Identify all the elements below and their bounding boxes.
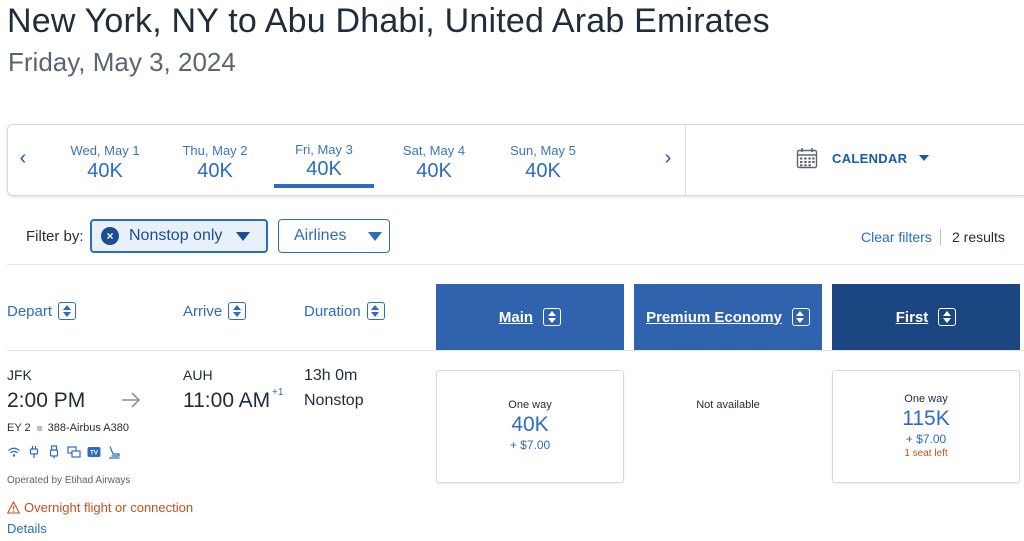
fare-taxes: + $7.00: [509, 438, 551, 452]
divider: [7, 264, 1024, 265]
chevron-down-icon: [236, 231, 251, 241]
seats-left: 1 seat left: [904, 448, 948, 459]
arrive-time: 11:00 AM: [183, 389, 271, 412]
aircraft-type: 388-Airbus A380: [47, 422, 129, 434]
date-option-thu-may-2[interactable]: Thu, May 2 40K: [165, 143, 265, 183]
sort-by-duration[interactable]: Duration: [304, 302, 385, 320]
fare-card-main[interactable]: One way 40K + $7.00: [436, 370, 624, 483]
fare-points: 40K: [511, 413, 549, 436]
cabin-first-label: First: [895, 308, 929, 326]
date-option-fri-may-3[interactable]: Fri, May 3 40K: [274, 142, 374, 181]
date-option-wed-may-1[interactable]: Wed, May 1 40K: [55, 143, 155, 183]
cabin-main-label: Main: [498, 308, 534, 326]
results-divider: [940, 229, 941, 245]
chevron-down-icon: [368, 231, 383, 241]
next-dates-button[interactable]: ›: [659, 147, 677, 170]
usb-icon: [49, 445, 59, 459]
remove-filter-icon[interactable]: ×: [101, 227, 119, 245]
nonstop-filter-label: Nonstop only: [129, 227, 223, 244]
filter-by-label: Filter by:: [26, 228, 84, 245]
travel-date: Friday, May 3, 2024: [8, 47, 236, 77]
depart-time: 2:00 PM: [7, 389, 86, 412]
fare-type: One way: [904, 393, 948, 405]
date-points: 40K: [525, 160, 561, 182]
divider: [7, 350, 1024, 351]
arrive-header: Arrive: [183, 302, 223, 320]
sort-icon: [543, 308, 562, 326]
strip-divider: [685, 125, 686, 195]
airlines-filter[interactable]: Airlines: [278, 219, 390, 253]
details-link[interactable]: Details: [7, 521, 47, 536]
destination-airport: AUH: [183, 367, 213, 383]
premium-economy-not-available: Not available: [696, 399, 760, 411]
date-label: Thu, May 2: [182, 143, 248, 158]
selected-date-indicator: [274, 184, 374, 188]
date-points: 40K: [306, 158, 342, 180]
previous-dates-button[interactable]: ‹: [14, 147, 32, 170]
arrow-right-icon: [122, 392, 141, 408]
fare-card-first[interactable]: One way 115K + $7.00 1 seat left: [832, 370, 1020, 483]
date-points: 40K: [197, 160, 233, 182]
date-label: Sun, May 5: [510, 143, 576, 158]
flight-info: EY 2 388-Airbus A380: [7, 422, 129, 434]
flight-number: EY 2: [7, 422, 31, 434]
date-points: 40K: [87, 160, 123, 182]
wifi-icon: [8, 447, 20, 457]
warning-icon: [7, 501, 20, 514]
power-icon: [29, 446, 39, 458]
date-label: Wed, May 1: [70, 143, 140, 158]
date-option-sat-may-4[interactable]: Sat, May 4 40K: [384, 143, 484, 183]
lie-flat-seat-icon: [109, 446, 120, 459]
calendar-icon: [796, 148, 818, 169]
cabin-header-premium-economy[interactable]: Premium Economy: [634, 284, 822, 350]
nonstop-only-filter[interactable]: × Nonstop only: [90, 219, 268, 253]
airlines-filter-label: Airlines: [294, 227, 347, 244]
calendar-button[interactable]: CALENDAR: [796, 147, 930, 169]
cabin-header-main[interactable]: Main: [436, 284, 624, 350]
cabin-premium-label: Premium Economy: [646, 308, 782, 326]
date-label: Sat, May 4: [402, 143, 466, 158]
operated-by: Operated by Etihad Airways: [7, 475, 131, 486]
overnight-label: Overnight flight or connection: [24, 500, 194, 515]
results-count: 2 results: [952, 229, 1005, 245]
day-offset: +1: [272, 387, 284, 398]
fare-type: One way: [508, 399, 552, 411]
sort-by-arrive[interactable]: Arrive: [183, 302, 247, 320]
overnight-warning: Overnight flight or connection: [7, 500, 193, 515]
calendar-label: CALENDAR: [832, 150, 908, 166]
sort-icon: [366, 302, 385, 320]
flight-duration: 13h 0m: [304, 367, 358, 384]
sort-icon: [228, 302, 247, 320]
sort-icon: [938, 308, 957, 326]
sort-by-depart[interactable]: Depart: [7, 302, 77, 320]
tv-badge-label: TV: [90, 451, 98, 457]
date-label: Fri, May 3: [295, 142, 353, 157]
date-option-sun-may-5[interactable]: Sun, May 5 40K: [493, 143, 593, 183]
separator-square: [36, 425, 42, 431]
flight-stops: Nonstop: [304, 392, 364, 409]
clear-filters-link[interactable]: Clear filters: [861, 229, 932, 245]
fare-points: 115K: [902, 407, 950, 430]
date-points: 40K: [416, 160, 452, 182]
amenities-list: TV: [7, 445, 121, 459]
sort-icon: [791, 308, 810, 326]
sort-icon: [58, 302, 77, 320]
tv-icon: TV: [87, 447, 101, 457]
cabin-header-first[interactable]: First: [832, 284, 1020, 350]
page-title: New York, NY to Abu Dhabi, United Arab E…: [7, 2, 770, 40]
depart-header: Depart: [7, 302, 53, 320]
date-selector-strip: ‹ Wed, May 1 40K Thu, May 2 40K Fri, May…: [7, 124, 1024, 196]
entertainment-icon: [67, 446, 81, 458]
chevron-down-icon: [919, 155, 930, 161]
fare-taxes: + $7.00: [905, 432, 947, 446]
duration-header: Duration: [304, 302, 361, 320]
origin-airport: JFK: [7, 367, 32, 383]
